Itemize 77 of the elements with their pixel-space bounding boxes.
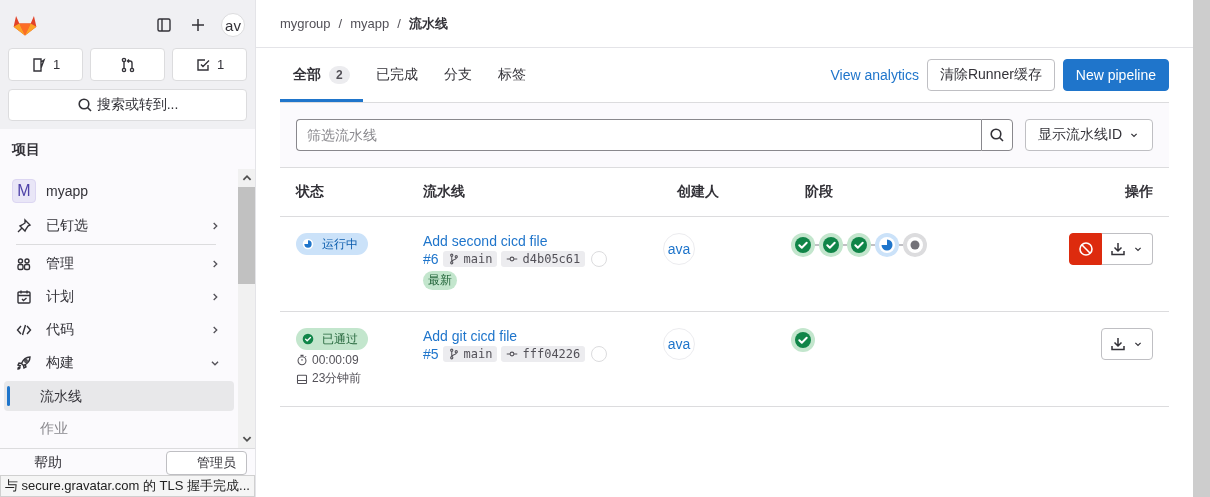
breadcrumb-link[interactable]: mygroup: [280, 16, 331, 31]
branch-icon: [447, 348, 460, 360]
pipeline-id-link[interactable]: #6: [423, 251, 439, 267]
section-title: 项目: [10, 140, 41, 159]
tab[interactable]: 分支: [430, 48, 485, 102]
scrollbar[interactable]: [238, 169, 255, 448]
column-header: 阶段: [805, 183, 833, 199]
project-name: myapp: [46, 183, 89, 199]
search-icon: [76, 97, 93, 113]
calendar-icon: [16, 288, 32, 305]
nav-subitem[interactable]: 作业: [4, 413, 234, 443]
timer-icon: [296, 354, 308, 366]
users-icon: [16, 255, 32, 272]
breadcrumb-current[interactable]: 流水线: [408, 14, 448, 33]
column-header: 创建人: [677, 183, 719, 199]
download-dropdown[interactable]: [1102, 233, 1153, 265]
user-avatar[interactable]: av: [221, 13, 245, 37]
branch-chip[interactable]: main: [442, 346, 498, 362]
column-header: 操作: [1125, 183, 1153, 201]
project-link[interactable]: M myapp: [4, 173, 234, 209]
issue-icon: [30, 56, 47, 73]
help-link[interactable]: 帮助: [12, 454, 62, 472]
duration-text: 00:00:09: [312, 353, 359, 367]
nav-item[interactable]: 已钉选: [4, 209, 234, 242]
status-badge[interactable]: 运行中: [296, 233, 368, 255]
pipeline-title-link[interactable]: Add git cicd file: [423, 328, 518, 344]
nav-item[interactable]: 管理: [4, 247, 234, 280]
finished-time: 23分钟前: [312, 370, 362, 387]
nav-item[interactable]: 构建: [4, 346, 234, 379]
display-dropdown[interactable]: 显示流水线ID: [1025, 119, 1153, 151]
breadcrumb-separator: /: [397, 16, 401, 31]
calendar-icon: [296, 372, 308, 385]
page-scrollbar[interactable]: [1193, 0, 1210, 497]
cancel-icon: [1077, 241, 1094, 257]
cancel-button[interactable]: [1069, 233, 1102, 265]
search-button[interactable]: 搜索或转到...: [8, 89, 247, 121]
breadcrumb-separator: /: [338, 16, 343, 31]
analytics-link[interactable]: View analytics: [830, 67, 919, 83]
column-header: 流水线: [423, 183, 465, 201]
search-icon: [989, 127, 1005, 143]
running-status-icon: [300, 236, 316, 252]
issues-counter[interactable]: 1: [8, 48, 83, 81]
branch-icon: [447, 253, 460, 265]
todos-counter[interactable]: 1: [172, 48, 247, 81]
pin-icon: [16, 217, 32, 234]
download-icon: [1110, 241, 1126, 257]
plus-icon[interactable]: [190, 17, 206, 33]
count-badge: 2: [329, 66, 350, 84]
commit-chip[interactable]: d4b05c61: [501, 251, 586, 267]
success-status-icon: [300, 331, 316, 347]
tab[interactable]: 已完成: [362, 48, 431, 102]
nav-subitem[interactable]: 流水线: [4, 381, 234, 411]
commit-chip[interactable]: fff04226: [501, 346, 586, 362]
status-tooltip: 与 secure.gravatar.com 的 TLS 握手完成...: [0, 475, 255, 497]
pipeline-title-link[interactable]: Add second cicd file: [423, 233, 548, 249]
rocket-icon: [16, 354, 32, 371]
new-pipeline-button[interactable]: New pipeline: [1062, 59, 1169, 91]
nav-item[interactable]: 代码: [4, 313, 234, 346]
latest-badge: 最新: [423, 271, 457, 290]
nav-item[interactable]: 计划: [4, 280, 234, 313]
merge-requests-counter[interactable]: [90, 48, 165, 81]
column-header: 状态: [296, 183, 324, 199]
branch-chip[interactable]: main: [442, 251, 498, 267]
download-icon: [1110, 336, 1126, 352]
search-button[interactable]: [981, 119, 1013, 151]
sidebar-toggle-icon[interactable]: [156, 17, 172, 33]
status-badge[interactable]: 已通过: [296, 328, 368, 350]
merge-request-icon: [119, 56, 136, 73]
admin-button[interactable]: 管理员: [166, 451, 247, 475]
pipeline-id-link[interactable]: #5: [423, 346, 439, 362]
filter-field[interactable]: 筛选流水线: [296, 119, 981, 151]
clear-cache-button[interactable]: 清除Runner缓存: [926, 59, 1055, 91]
tab[interactable]: 标签: [484, 48, 539, 102]
download-dropdown[interactable]: [1101, 328, 1153, 360]
project-avatar: M: [12, 179, 36, 203]
todo-icon: [194, 56, 211, 73]
breadcrumb-link[interactable]: myapp: [350, 16, 390, 31]
